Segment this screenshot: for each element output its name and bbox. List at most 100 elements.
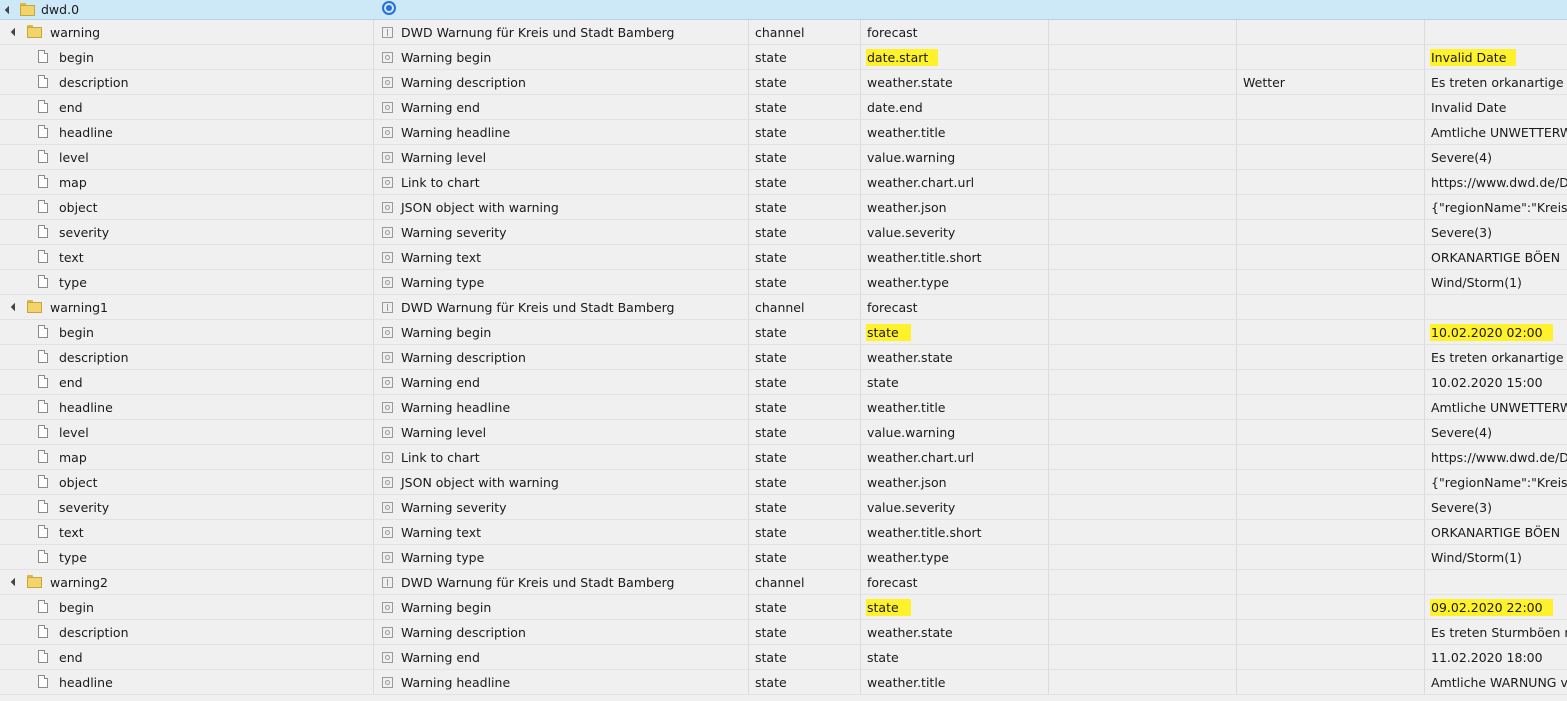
cell-function: [1237, 545, 1425, 569]
cell-value[interactable]: Es treten orkanartige Bö: [1425, 345, 1567, 369]
folder-icon: [20, 2, 35, 16]
cell-value[interactable]: Invalid Date: [1425, 45, 1567, 69]
tree-row-state[interactable]: description Warning description state weath…: [0, 70, 1567, 95]
object-name: Warning description: [401, 74, 526, 90]
tree-row-channel[interactable]: warning2 DWD Warnung für Kreis und Stadt …: [0, 570, 1567, 595]
cell-value[interactable]: Invalid Date: [1425, 95, 1567, 119]
object-id: object: [59, 199, 98, 215]
tree-row-root[interactable]: dwd.0: [0, 0, 1567, 20]
cell-type: state: [749, 620, 861, 644]
cell-type: state: [749, 245, 861, 269]
cell-function: [1237, 20, 1425, 44]
cell-value[interactable]: Amtliche WARNUNG vo: [1425, 670, 1567, 694]
cell-value[interactable]: Severe(3): [1425, 220, 1567, 244]
object-name: Warning headline: [401, 399, 511, 415]
state-icon: [382, 401, 393, 413]
cell-role: state: [861, 370, 1049, 394]
expand-arrow-icon[interactable]: [10, 577, 20, 587]
object-value: https://www.dwd.de/DV: [1431, 174, 1567, 190]
cell-room: [1049, 670, 1237, 694]
tree-row-state[interactable]: end Warning end state date.end Invalid Date: [0, 95, 1567, 120]
cell-function: [1237, 45, 1425, 69]
expand-arrow-icon[interactable]: [4, 5, 14, 14]
expand-arrow-icon[interactable]: [10, 27, 20, 37]
object-role: date.end: [867, 99, 923, 115]
cell-value[interactable]: {"regionName":"Kreis u: [1425, 470, 1567, 494]
tree-row-state[interactable]: description Warning description state weath…: [0, 345, 1567, 370]
cell-value[interactable]: Severe(4): [1425, 145, 1567, 169]
cell-room: [1049, 170, 1237, 194]
tree-row-state[interactable]: end Warning end state state 11.02.2020 18:00: [0, 645, 1567, 670]
expand-arrow-icon[interactable]: [10, 302, 20, 312]
tree-row-state[interactable]: begin Warning begin state date.start Invalid…: [0, 45, 1567, 70]
object-id: warning1: [50, 299, 109, 315]
cell-value[interactable]: https://www.dwd.de/DV: [1425, 170, 1567, 194]
state-icon: [382, 351, 393, 363]
tree-row-state[interactable]: level Warning level state value.warning Seve…: [0, 420, 1567, 445]
cell-role: date.start: [861, 45, 1049, 69]
tree-row-state[interactable]: text Warning text state weather.title.short…: [0, 520, 1567, 545]
object-type: channel: [755, 299, 805, 315]
cell-value[interactable]: ORKANARTIGE BÖEN: [1425, 245, 1567, 269]
cell-value[interactable]: Wind/Storm(1): [1425, 545, 1567, 569]
cell-value[interactable]: {"regionName":"Kreis u: [1425, 195, 1567, 219]
cell-value[interactable]: Es treten Sturmböen mi: [1425, 620, 1567, 644]
cell-role: state: [861, 595, 1049, 619]
tree-row-state[interactable]: object JSON object with warning state weath…: [0, 195, 1567, 220]
cell-value[interactable]: Es treten orkanartige Bö: [1425, 70, 1567, 94]
cell-value[interactable]: Severe(3): [1425, 495, 1567, 519]
cell-value[interactable]: Severe(4): [1425, 420, 1567, 444]
tree-row-state[interactable]: map Link to chart state weather.chart.url ht…: [0, 170, 1567, 195]
state-icon: [382, 526, 393, 538]
tree-row-state[interactable]: object JSON object with warning state weath…: [0, 470, 1567, 495]
object-id: headline: [59, 674, 113, 690]
tree-row-channel[interactable]: warning1 DWD Warnung für Kreis und Stadt …: [0, 295, 1567, 320]
tree-row-state[interactable]: headline Warning headline state weather.tit…: [0, 670, 1567, 695]
cell-type: state: [749, 520, 861, 544]
cell-type: state: [749, 220, 861, 244]
cell-value[interactable]: Amtliche UNWETTERWA: [1425, 395, 1567, 419]
object-role: state: [867, 649, 899, 665]
tree-row-state[interactable]: begin Warning begin state state 10.02.2020 0…: [0, 320, 1567, 345]
state-icon: [382, 451, 393, 463]
tree-row-channel[interactable]: warning DWD Warnung für Kreis und Stadt B…: [0, 20, 1567, 45]
tree-row-state[interactable]: description Warning description state weath…: [0, 620, 1567, 645]
cell-value[interactable]: https://www.dwd.de/DV: [1425, 445, 1567, 469]
cell-type: state: [749, 170, 861, 194]
cell-role: value.severity: [861, 220, 1049, 244]
cell-function: [1237, 320, 1425, 344]
cell-value[interactable]: ORKANARTIGE BÖEN: [1425, 520, 1567, 544]
object-role: date.start: [866, 48, 939, 66]
cell-room: [1049, 495, 1237, 519]
tree-row-state[interactable]: headline Warning headline state weather.tit…: [0, 395, 1567, 420]
tree-row-state[interactable]: type Warning type state weather.type Wind/St…: [0, 270, 1567, 295]
tree-row-state[interactable]: severity Warning severity state value.sever…: [0, 495, 1567, 520]
tree-row-state[interactable]: end Warning end state state 10.02.2020 15:00: [0, 370, 1567, 395]
cell-value[interactable]: 11.02.2020 18:00: [1425, 645, 1567, 669]
object-type: state: [755, 549, 787, 565]
cell-value[interactable]: 10.02.2020 02:00: [1425, 320, 1567, 344]
cell-name: DWD Warnung für Kreis und Stadt Bamberg: [374, 20, 749, 44]
cell-value[interactable]: Amtliche UNWETTERWA: [1425, 120, 1567, 144]
tree-row-state[interactable]: headline Warning headline state weather.tit…: [0, 120, 1567, 145]
tree-row-state[interactable]: level Warning level state value.warning Seve…: [0, 145, 1567, 170]
cell-value[interactable]: 10.02.2020 15:00: [1425, 370, 1567, 394]
tree-row-state[interactable]: begin Warning begin state state 09.02.2020 2…: [0, 595, 1567, 620]
object-name: Warning end: [401, 374, 480, 390]
cell-function: [1237, 645, 1425, 669]
tree-row-state[interactable]: text Warning text state weather.title.short…: [0, 245, 1567, 270]
state-icon: [382, 76, 393, 88]
cell-function: [1237, 370, 1425, 394]
tree-row-state[interactable]: severity Warning severity state value.sever…: [0, 220, 1567, 245]
tree-row-state[interactable]: map Link to chart state weather.chart.url ht…: [0, 445, 1567, 470]
object-value: Severe(3): [1431, 499, 1492, 515]
object-id: end: [59, 649, 83, 665]
object-id: warning2: [50, 574, 109, 590]
cell-type: state: [749, 345, 861, 369]
cell-type: state: [749, 95, 861, 119]
tree-row-state[interactable]: type Warning type state weather.type Wind/St…: [0, 545, 1567, 570]
file-icon: [38, 175, 48, 188]
cell-function: [1237, 195, 1425, 219]
cell-value[interactable]: 09.02.2020 22:00: [1425, 595, 1567, 619]
cell-value[interactable]: Wind/Storm(1): [1425, 270, 1567, 294]
